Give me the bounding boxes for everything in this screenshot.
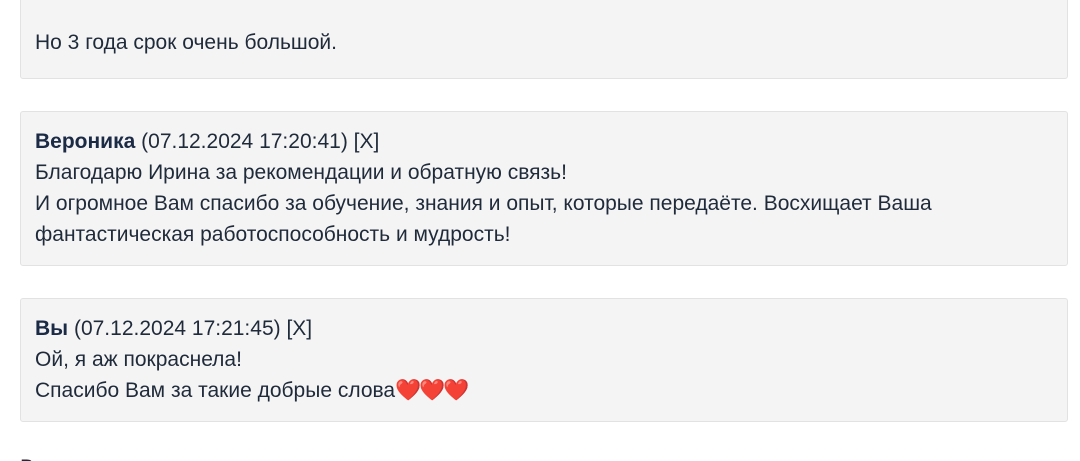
comment-card: Но 3 года срок очень большой.	[20, 0, 1068, 79]
cropped-next-element: В	[20, 448, 50, 461]
delete-comment-button[interactable]: [X]	[354, 130, 380, 153]
comment-text-line: Но 3 года срок очень большой.	[35, 31, 337, 54]
comment-card: Вероника (07.12.2024 17:20:41) [X] Благо…	[20, 111, 1068, 266]
comments-page: Но 3 года срок очень большой. Вероника (…	[0, 0, 1080, 461]
comment-text: Спасибо Вам за такие добрые слова	[35, 379, 396, 402]
comment-header: Вероника (07.12.2024 17:20:41) [X]	[35, 126, 1053, 157]
comment-timestamp: (07.12.2024 17:20:41)	[141, 130, 348, 153]
cropped-glyph: В	[20, 456, 34, 461]
comment-author: Вероника	[35, 130, 136, 153]
comment-text-line: И огромное Вам спасибо за обучение, знан…	[35, 192, 932, 215]
comment-author: Вы	[35, 317, 69, 340]
comment-text-line: фантастическая работоспособность и мудро…	[35, 223, 511, 246]
comment-timestamp: (07.12.2024 17:21:45)	[73, 317, 281, 340]
comment-text-line: Спасибо Вам за такие добрые слова❤️❤️❤️	[35, 375, 1053, 406]
delete-comment-button[interactable]: [X]	[286, 317, 312, 340]
comment-text-line: Благодарю Ирина за рекомендации и обратн…	[35, 161, 567, 184]
comment-card: Вы (07.12.2024 17:21:45) [X] Ой, я аж по…	[20, 298, 1068, 422]
comment-header: Вы (07.12.2024 17:21:45) [X]	[35, 313, 1053, 344]
hearts-emoji-icon: ❤️❤️❤️	[395, 379, 469, 402]
comment-text-line: Ой, я аж покраснела!	[35, 348, 242, 371]
